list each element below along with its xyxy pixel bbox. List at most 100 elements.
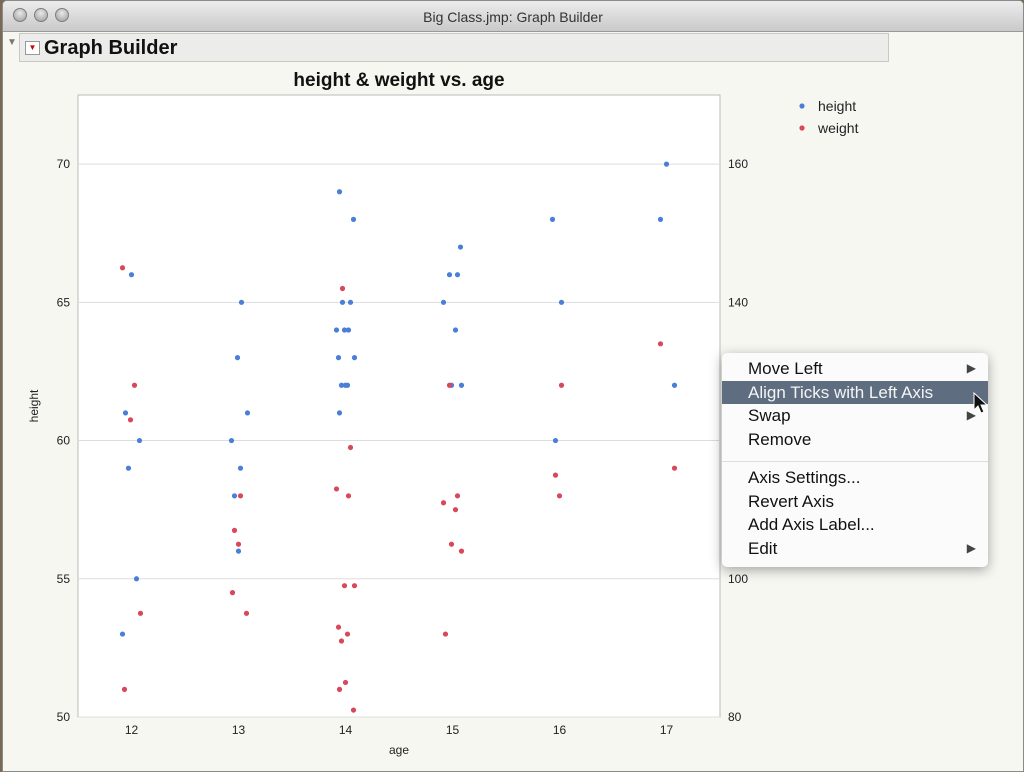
height-point (333, 327, 340, 333)
weight-point (333, 486, 340, 492)
y-axis-label: height (27, 389, 41, 422)
chart-title: height & weight vs. age (293, 70, 504, 91)
weight-point (657, 341, 664, 347)
weight-point (237, 493, 244, 499)
height-point (671, 382, 678, 388)
weight-point (347, 444, 354, 451)
height-point (657, 216, 664, 222)
height-point (133, 576, 140, 582)
height-point (238, 299, 245, 305)
weight-point (127, 417, 134, 423)
height-point (237, 465, 244, 471)
height-point (446, 272, 453, 278)
weight-point (350, 707, 357, 713)
weight-point (336, 686, 343, 692)
height-point (457, 244, 464, 250)
weight-point (231, 527, 238, 534)
weight-point (243, 610, 250, 616)
menu-item-move-left[interactable]: Move Left ▶ (722, 357, 988, 380)
legend-label-height: height (818, 98, 856, 114)
weight-point (351, 583, 358, 589)
weight-point (454, 493, 461, 499)
weight-point (556, 493, 563, 499)
weight-point (338, 638, 345, 644)
height-point (558, 299, 565, 305)
height-point (119, 631, 126, 637)
height-point (231, 493, 238, 499)
legend-marker-height (799, 103, 805, 109)
menu-item-label: Add Axis Label... (748, 515, 875, 534)
weight-point (342, 679, 349, 686)
height-point (125, 465, 132, 471)
menu-separator (722, 461, 988, 462)
weight-point (458, 548, 465, 554)
height-point (347, 299, 354, 305)
weight-point (345, 493, 352, 499)
height-point (341, 327, 348, 333)
height-point (335, 355, 342, 361)
weight-point (119, 265, 126, 271)
y-right-tick-label: 80 (728, 710, 742, 724)
weight-point (121, 686, 128, 692)
submenu-arrow-icon: ▶ (966, 540, 976, 555)
height-point (234, 355, 241, 361)
menu-item-label: Revert Axis (748, 491, 834, 511)
height-point (336, 189, 343, 195)
menu-item-revert-axis[interactable]: Revert Axis (722, 490, 988, 513)
x-tick-label: 14 (339, 723, 353, 737)
height-point (663, 161, 670, 167)
height-point (339, 299, 346, 305)
weight-point (339, 285, 346, 292)
weight-point (131, 382, 138, 388)
weight-point (229, 590, 236, 596)
menu-item-label: Axis Settings... (748, 468, 861, 487)
weight-point (235, 541, 242, 547)
weight-point (442, 631, 449, 637)
x-tick-label: 16 (553, 723, 567, 737)
menu-item-remove[interactable]: Remove (722, 428, 988, 451)
legend-label-weight: weight (817, 120, 859, 136)
menu-item-swap[interactable]: Swap ▶ (722, 404, 988, 427)
height-point (351, 355, 358, 361)
menu-item-label: Swap (748, 406, 791, 425)
y-right-tick-label: 100 (728, 572, 748, 586)
weight-point (137, 610, 144, 616)
weight-point (440, 500, 447, 506)
x-tick-label: 17 (660, 723, 674, 737)
menu-item-add-axis-label[interactable]: Add Axis Label... (722, 513, 988, 536)
menu-item-edit[interactable]: Edit ▶ (722, 537, 988, 560)
height-point (454, 272, 461, 278)
height-point (458, 382, 465, 388)
weight-point (448, 541, 455, 547)
x-tick-label: 15 (446, 723, 460, 737)
y-left-tick-label: 70 (57, 157, 71, 171)
weight-point (671, 465, 678, 471)
menu-item-align-ticks-with-left-axis[interactable]: Align Ticks with Left Axis (722, 380, 988, 404)
height-point (128, 272, 135, 278)
y-left-tick-label: 60 (57, 434, 71, 448)
weight-point (552, 472, 559, 478)
x-tick-label: 12 (125, 723, 139, 737)
y-left-tick-label: 50 (57, 710, 71, 724)
height-point (336, 410, 343, 416)
submenu-arrow-icon: ▶ (966, 361, 976, 375)
menu-item-label: Align Ticks with Left Axis (748, 382, 934, 402)
menu-item-label: Move Left (748, 359, 823, 378)
legend-marker-weight (799, 125, 805, 131)
weight-point (558, 382, 565, 388)
height-point (549, 216, 556, 222)
height-point (122, 410, 129, 416)
height-point (342, 382, 349, 388)
menu-item-label: Edit (748, 538, 778, 558)
x-axis-label: age (389, 743, 409, 757)
y-right-tick-label: 140 (728, 295, 748, 309)
height-point (228, 437, 235, 444)
height-point (452, 327, 459, 333)
height-point (552, 437, 559, 444)
weight-point (446, 382, 453, 388)
menu-item-axis-settings[interactable]: Axis Settings... (722, 466, 988, 489)
weight-point (341, 583, 348, 589)
height-point (136, 437, 143, 444)
height-point (235, 548, 242, 554)
height-point (440, 299, 447, 305)
